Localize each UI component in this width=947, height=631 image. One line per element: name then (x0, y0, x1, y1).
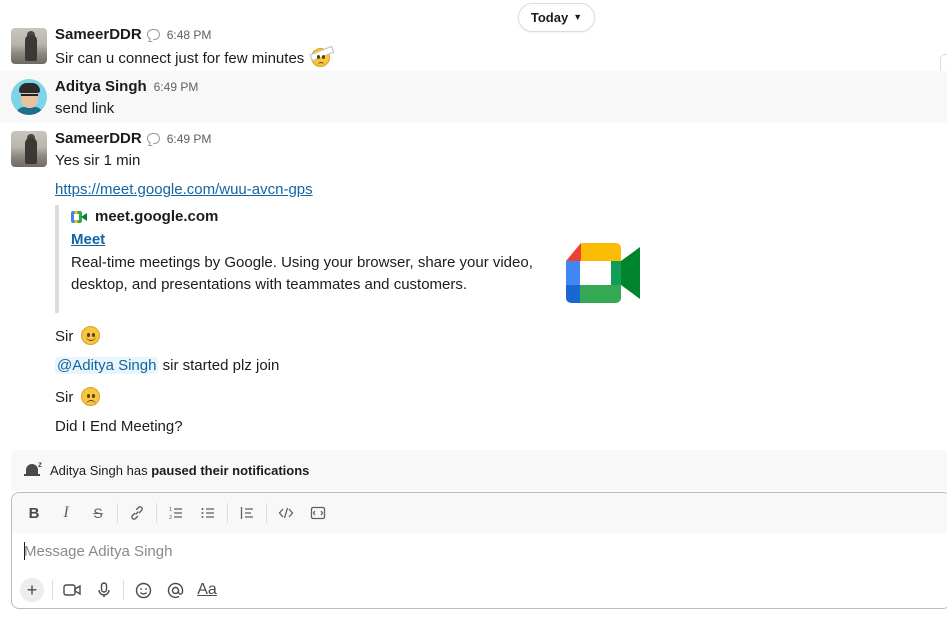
message-body: send link (55, 100, 115, 117)
author-name[interactable]: SameerDDR (55, 26, 142, 43)
banner-user: Aditya Singh (50, 463, 123, 478)
code-icon (278, 507, 294, 519)
preview-site: meet.google.com (71, 208, 218, 225)
meet-link[interactable]: https://meet.google.com/wuu-avcn-gps (55, 181, 313, 198)
link-button[interactable] (124, 500, 150, 526)
toolbar-divider (123, 580, 124, 600)
message-followup: Sir (55, 387, 100, 406)
formatting-toolbar: B I S 12 (12, 493, 947, 533)
message-composer[interactable]: B I S 12 Message Aditya Singh + Aa (11, 492, 947, 609)
bell-snooze-icon: z (24, 460, 42, 479)
preview-site-name: meet.google.com (95, 208, 219, 225)
message-link-line: https://meet.google.com/wuu-avcn-gps (55, 181, 313, 198)
link-icon (131, 506, 143, 520)
bulleted-list-button[interactable] (195, 500, 221, 526)
user-mention[interactable]: @Aditya Singh (55, 357, 159, 374)
message-text: Sir can u connect just for few minutes (55, 48, 331, 67)
toolbar-divider (52, 580, 53, 600)
message-followup: Did I End Meeting? (55, 418, 183, 435)
svg-text:1: 1 (169, 507, 172, 513)
link-preview: meet.google.com Meet Real-time meetings … (55, 205, 655, 313)
microphone-icon[interactable] (91, 577, 117, 603)
preview-description: Real-time meetings by Google. Using your… (71, 254, 533, 293)
timestamp[interactable]: 6:49 PM (154, 80, 199, 94)
message-body: Yes sir 1 min (55, 152, 141, 169)
speech-bubble-icon (146, 133, 160, 144)
avatar[interactable] (11, 79, 47, 115)
toolbar-divider (117, 503, 118, 523)
banner-status: paused their notifications (151, 463, 310, 478)
code-button[interactable] (273, 500, 299, 526)
frowning-face-icon (80, 387, 100, 406)
author-name[interactable]: Aditya Singh (55, 78, 147, 95)
strikethrough-button[interactable]: S (85, 500, 111, 526)
composer-actions: + Aa (20, 577, 226, 603)
face-with-bandage-emoji-icon (311, 48, 331, 67)
timestamp[interactable]: 6:49 PM (167, 132, 212, 146)
message-followup: Sir (55, 326, 100, 345)
video-camera-icon[interactable] (59, 577, 85, 603)
notification-paused-banner: z Aditya Singh has paused their notifica… (11, 450, 947, 491)
message-body: Sir can u connect just for few minutes (55, 50, 305, 67)
bold-button[interactable]: B (21, 500, 47, 526)
google-meet-logo-icon[interactable] (566, 243, 640, 303)
google-meet-icon (71, 210, 87, 223)
message-header: Aditya Singh 6:49 PM (55, 78, 198, 95)
formatting-toggle-button[interactable]: Aa (194, 577, 220, 603)
followup-text: Sir (55, 389, 74, 406)
preview-title-link[interactable]: Meet (71, 231, 105, 248)
message-header: SameerDDR 6:48 PM (55, 26, 211, 43)
avatar[interactable] (11, 131, 47, 167)
blockquote-button[interactable] (234, 500, 260, 526)
followup-text: sir started plz join (162, 357, 280, 374)
italic-button[interactable]: I (53, 500, 79, 526)
toolbar-divider (227, 503, 228, 523)
mention-icon[interactable] (162, 577, 188, 603)
ordered-list-icon: 12 (169, 507, 182, 521)
message-header: SameerDDR 6:49 PM (55, 130, 211, 147)
blockquote-icon (240, 507, 253, 519)
avatar[interactable] (11, 28, 47, 64)
svg-text:2: 2 (169, 515, 172, 521)
followup-text: Sir (55, 328, 74, 345)
toolbar-divider (266, 503, 267, 523)
message-item: SameerDDR 6:48 PM Sir can u connect just … (0, 19, 947, 71)
timestamp[interactable]: 6:48 PM (167, 28, 212, 42)
banner-has: has (126, 463, 148, 478)
message-input[interactable]: Message Aditya Singh (24, 543, 172, 560)
author-name[interactable]: SameerDDR (55, 130, 142, 147)
ordered-list-button[interactable]: 12 (163, 500, 189, 526)
message-item: Aditya Singh 6:49 PM send link (0, 71, 947, 123)
code-block-icon (310, 506, 326, 520)
code-block-button[interactable] (305, 500, 331, 526)
emoji-icon[interactable] (130, 577, 156, 603)
bulleted-list-icon (201, 508, 214, 518)
slightly-smiling-face-icon (80, 326, 100, 345)
toolbar-divider (156, 503, 157, 523)
speech-bubble-icon (146, 29, 160, 40)
plus-icon[interactable]: + (20, 578, 44, 602)
message-followup: @Aditya Singh sir started plz join (55, 357, 279, 374)
